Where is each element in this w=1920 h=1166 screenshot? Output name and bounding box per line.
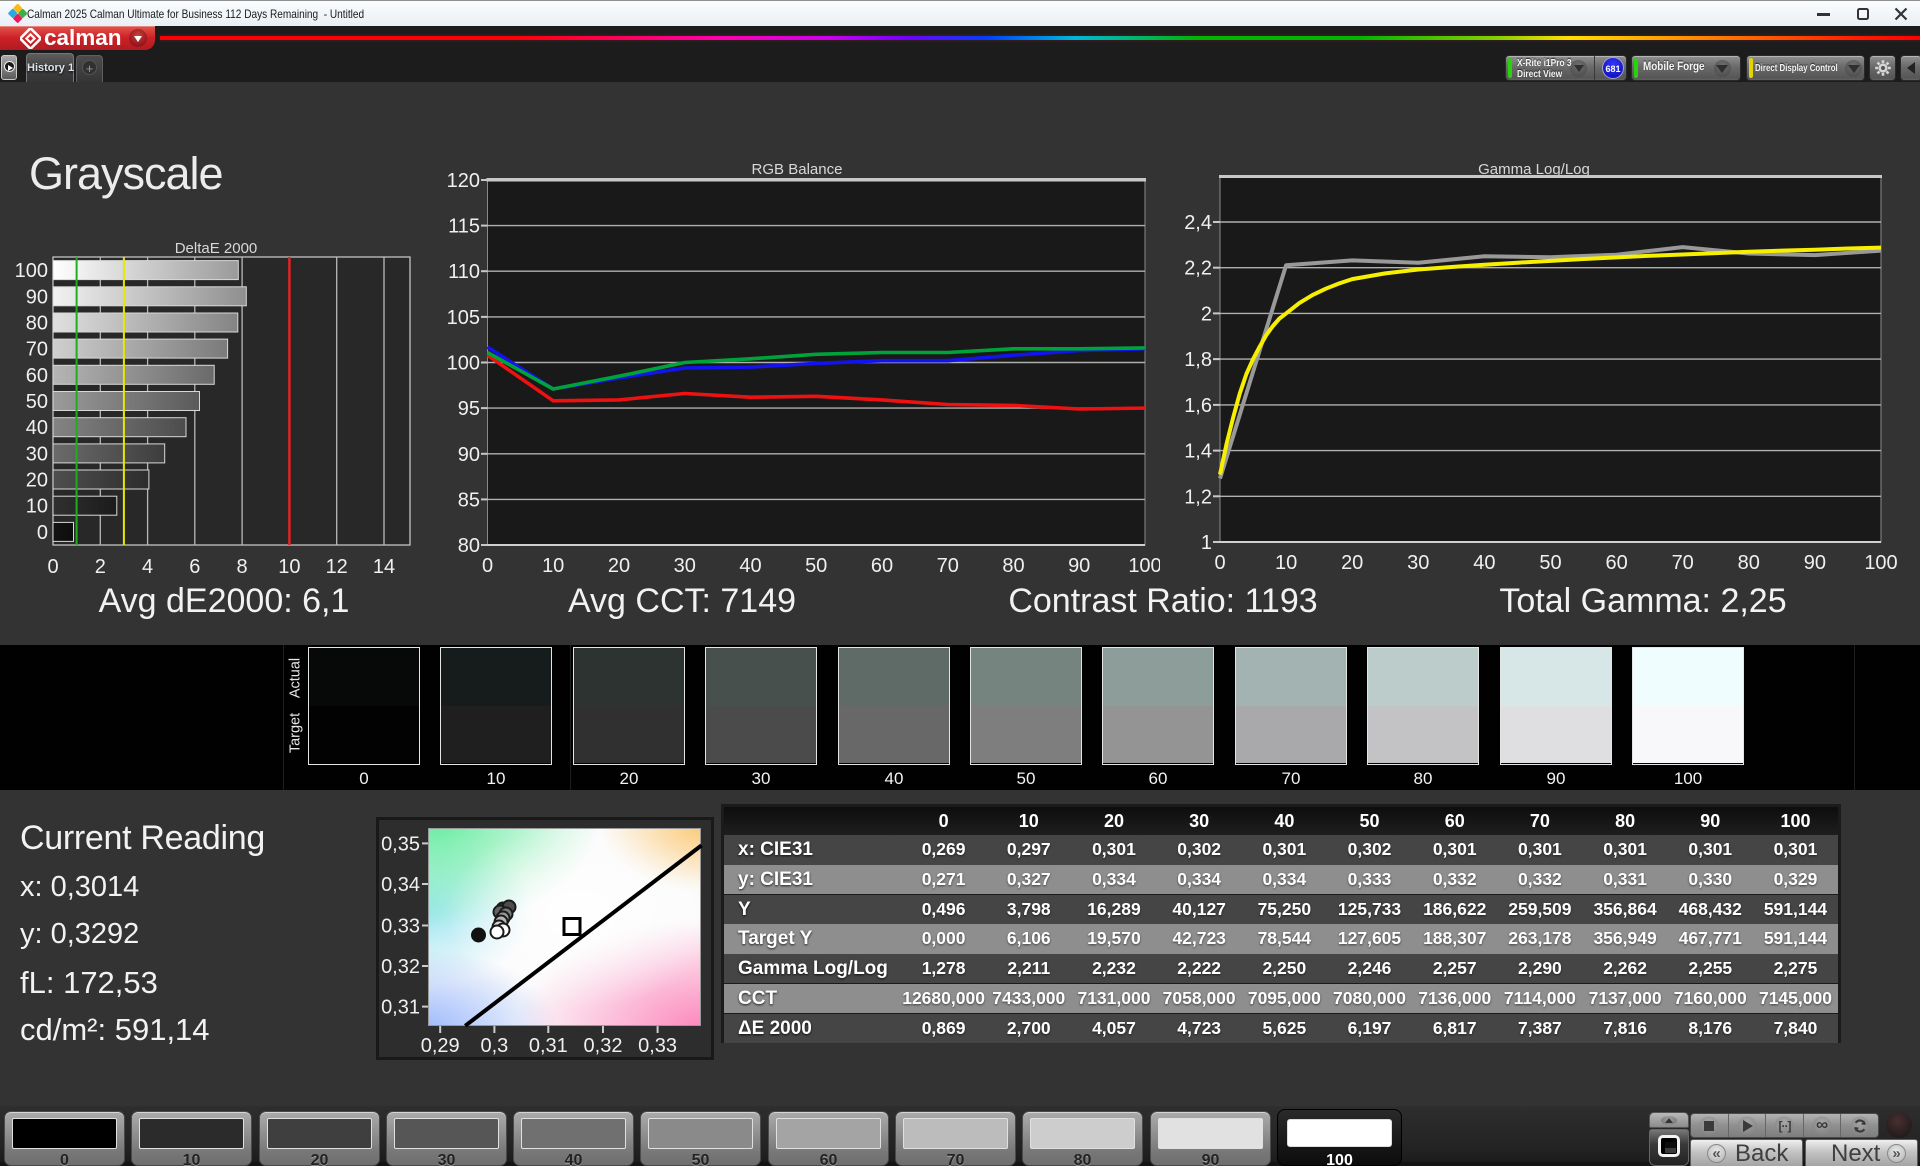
svg-text:1: 1 [1201,532,1212,554]
svg-text:40: 40 [26,417,48,439]
svg-text:60: 60 [871,555,893,577]
svg-text:0: 0 [1214,552,1225,574]
svg-text:40: 40 [739,555,761,577]
svg-text:6: 6 [189,556,200,578]
svg-text:1,8: 1,8 [1184,349,1212,371]
svg-text:80: 80 [26,313,48,335]
svg-text:0,29: 0,29 [421,1035,460,1057]
svg-text:60: 60 [26,365,48,387]
svg-text:2: 2 [95,556,106,578]
svg-text:70: 70 [1672,552,1694,574]
svg-text:0,35: 0,35 [381,833,420,855]
svg-text:100: 100 [1864,552,1897,574]
svg-text:DeltaE 2000: DeltaE 2000 [175,240,258,257]
svg-text:80: 80 [1002,555,1024,577]
svg-text:105: 105 [447,307,480,329]
svg-text:70: 70 [26,339,48,361]
svg-text:90: 90 [1068,555,1090,577]
svg-text:90: 90 [458,444,480,466]
svg-text:95: 95 [458,398,480,420]
svg-text:0,31: 0,31 [529,1035,568,1057]
svg-text:20: 20 [26,470,48,492]
svg-text:50: 50 [805,555,827,577]
svg-text:4: 4 [142,556,153,578]
svg-text:80: 80 [1738,552,1760,574]
svg-text:30: 30 [674,555,696,577]
svg-text:2,2: 2,2 [1184,258,1212,280]
svg-text:RGB Balance: RGB Balance [752,161,843,178]
svg-text:90: 90 [1804,552,1826,574]
svg-text:30: 30 [26,443,48,465]
svg-text:1,2: 1,2 [1184,486,1212,508]
svg-text:14: 14 [373,556,395,578]
svg-text:40: 40 [1473,552,1495,574]
svg-text:2: 2 [1201,303,1212,325]
svg-text:10: 10 [278,556,300,578]
svg-text:0,31: 0,31 [381,997,420,1019]
svg-text:50: 50 [1539,552,1561,574]
svg-text:120: 120 [447,170,480,192]
svg-text:0,34: 0,34 [381,874,420,896]
svg-text:12: 12 [326,556,348,578]
svg-text:110: 110 [448,261,480,283]
svg-text:10: 10 [26,496,48,518]
svg-text:10: 10 [542,555,564,577]
svg-text:100: 100 [447,353,480,375]
svg-text:100: 100 [15,260,48,282]
svg-text:20: 20 [1341,552,1363,574]
svg-text:1,6: 1,6 [1184,395,1212,417]
svg-text:60: 60 [1605,552,1627,574]
svg-text:0: 0 [482,555,493,577]
svg-text:30: 30 [1407,552,1429,574]
svg-text:20: 20 [608,555,630,577]
svg-text:80: 80 [458,535,480,557]
svg-text:0: 0 [37,522,48,544]
svg-text:90: 90 [26,286,48,308]
svg-text:0,33: 0,33 [638,1035,677,1057]
svg-text:115: 115 [448,216,480,238]
svg-text:10: 10 [1275,552,1297,574]
svg-text:0,32: 0,32 [381,956,420,978]
svg-text:8: 8 [237,556,248,578]
svg-text:0,33: 0,33 [381,916,420,938]
svg-text:0: 0 [47,556,58,578]
svg-text:0,3: 0,3 [480,1035,508,1057]
svg-text:85: 85 [458,489,480,511]
svg-text:50: 50 [26,391,48,413]
svg-text:0,32: 0,32 [584,1035,623,1057]
svg-text:1,4: 1,4 [1184,441,1212,463]
svg-text:70: 70 [937,555,959,577]
svg-text:2,4: 2,4 [1184,212,1212,234]
svg-text:100: 100 [1128,555,1160,577]
